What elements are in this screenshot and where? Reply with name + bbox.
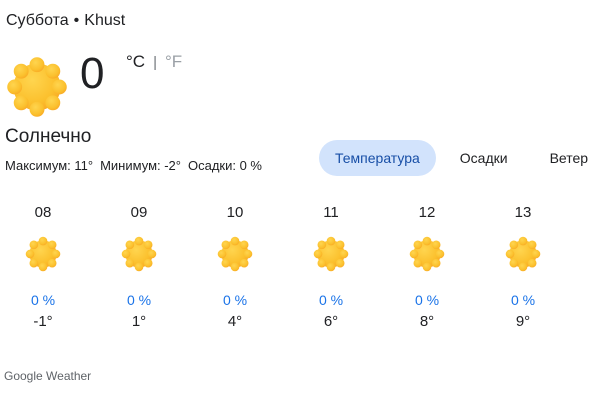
hour-item: 11 0 % 6°	[301, 204, 361, 331]
hour-item: 13 0 % 9°	[493, 204, 553, 331]
sun-icon	[505, 236, 541, 272]
hourly-forecast: 08 0 % -1° 09 0 % 1° 10 0 % 4° 11 0 % 6°…	[0, 204, 600, 334]
sun-icon	[121, 236, 157, 272]
hour-precipitation: 0 %	[126, 292, 152, 308]
source-attribution[interactable]: Google Weather	[4, 369, 91, 383]
location-header: Суббота • Khust	[6, 12, 125, 30]
hour-temperature: 1°	[131, 313, 147, 330]
daily-stats: Максимум: 11° Минимум: -2° Осадки: 0 %	[5, 158, 269, 173]
tab-temperature[interactable]: Температура	[319, 140, 436, 176]
hour-temperature: 4°	[227, 313, 243, 330]
sun-icon	[313, 236, 349, 272]
hour-time: 12	[418, 204, 436, 221]
hour-time: 09	[130, 204, 148, 221]
chart-tabs: Температура Осадки Ветер	[319, 140, 600, 176]
hour-item: 12 0 % 8°	[397, 204, 457, 331]
hour-temperature: 8°	[419, 313, 435, 330]
hour-time: 13	[514, 204, 532, 221]
day-label: Суббота	[6, 12, 69, 29]
sun-icon	[409, 236, 445, 272]
hour-item: 09 0 % 1°	[109, 204, 169, 331]
min-temperature: Минимум: -2°	[100, 158, 181, 173]
location-label: Khust	[84, 12, 126, 29]
hour-time: 08	[34, 204, 52, 221]
hour-item: 10 0 % 4°	[205, 204, 265, 331]
tab-precipitation[interactable]: Осадки	[444, 140, 524, 176]
max-temperature: Максимум: 11°	[5, 158, 94, 173]
header-separator: •	[73, 12, 80, 29]
hour-temperature: 6°	[323, 313, 339, 330]
hour-precipitation: 0 %	[318, 292, 344, 308]
unit-separator: |	[153, 54, 157, 71]
hour-time: 11	[323, 204, 339, 221]
current-temperature: 0	[80, 49, 105, 98]
tab-wind[interactable]: Ветер	[534, 140, 600, 176]
precipitation-stat: Осадки: 0 %	[187, 158, 262, 173]
hour-precipitation: 0 %	[30, 292, 56, 308]
hour-precipitation: 0 %	[414, 292, 440, 308]
condition-label: Солнечно	[5, 126, 92, 147]
hour-precipitation: 0 %	[510, 292, 536, 308]
fahrenheit-unit-button[interactable]: °F	[165, 52, 182, 71]
hour-temperature: 9°	[515, 313, 531, 330]
unit-switcher: °C | °F	[126, 52, 182, 72]
sun-icon	[6, 56, 68, 118]
hour-item: 08 0 % -1°	[13, 204, 73, 331]
celsius-unit-button[interactable]: °C	[126, 52, 145, 71]
sun-icon	[217, 236, 253, 272]
sun-icon	[25, 236, 61, 272]
hour-precipitation: 0 %	[222, 292, 248, 308]
hour-time: 10	[226, 204, 244, 221]
hour-temperature: -1°	[33, 313, 53, 330]
